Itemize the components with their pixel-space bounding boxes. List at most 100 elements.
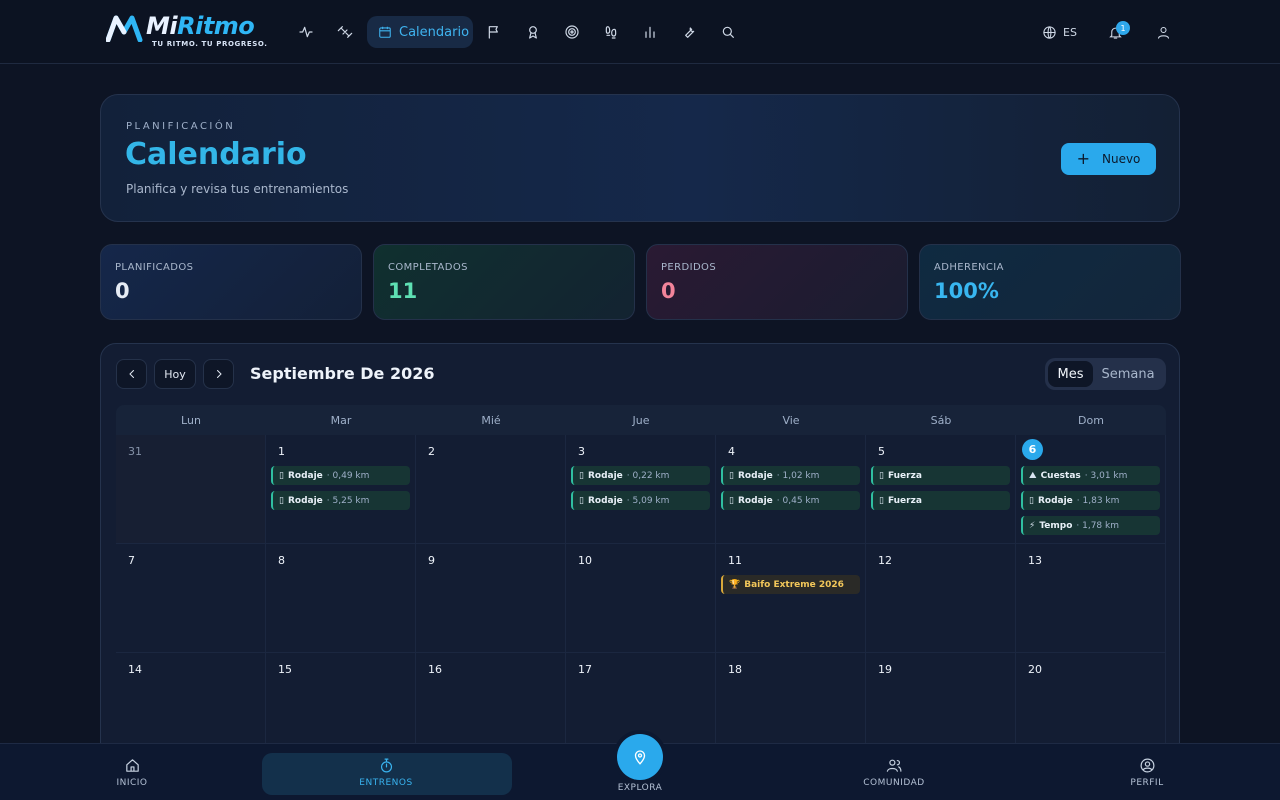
view-month-option[interactable]: Mes bbox=[1048, 361, 1093, 387]
event-type-icon: ▯ bbox=[729, 470, 734, 481]
event-type-icon: ▯ bbox=[279, 495, 284, 506]
nav-award-icon[interactable] bbox=[517, 16, 549, 48]
event-name: Fuerza bbox=[887, 495, 922, 506]
map-pin-icon bbox=[634, 750, 646, 765]
today-button[interactable]: Hoy bbox=[154, 359, 196, 389]
stopwatch-icon bbox=[380, 758, 392, 773]
event-type-icon: ▯ bbox=[1029, 495, 1034, 506]
next-month-button[interactable] bbox=[203, 359, 234, 389]
workout-event[interactable]: ▯ Fuerza bbox=[871, 466, 1010, 485]
user-icon bbox=[1157, 26, 1170, 39]
event-type-icon: ▯ bbox=[579, 470, 584, 481]
stat-value: 0 bbox=[661, 279, 676, 303]
stat-value: 11 bbox=[388, 279, 418, 303]
day-number: 15 bbox=[278, 663, 292, 676]
workout-event[interactable]: ▯ Rodaje · 5,09 km bbox=[571, 491, 710, 510]
weekday-label: Lun bbox=[181, 413, 201, 427]
bottom-nav-label: INICIO bbox=[116, 778, 148, 788]
chevron-left-icon bbox=[128, 370, 134, 378]
bottom-nav-community[interactable]: COMUNIDAD bbox=[854, 744, 934, 800]
stat-value: 0 bbox=[115, 279, 130, 303]
notifications-button[interactable]: 1 bbox=[1108, 16, 1130, 48]
page-subtitle: Planifica y revisa tus entrenamientos bbox=[126, 182, 349, 196]
nav-target-icon[interactable] bbox=[556, 16, 588, 48]
calendar-day-cell[interactable]: 13 bbox=[1016, 544, 1166, 653]
calendar-day-cell[interactable]: 12 bbox=[866, 544, 1016, 653]
calendar-day-cell[interactable]: 1 ▯ Rodaje · 0,49 km ▯ Rodaje · 5,25 km bbox=[266, 435, 416, 544]
day-number: 9 bbox=[428, 554, 435, 567]
page-eyebrow: PLANIFICACIÓN bbox=[126, 121, 236, 132]
nav-search-icon[interactable] bbox=[712, 16, 744, 48]
account-button[interactable] bbox=[1156, 16, 1176, 48]
event-type-icon: ▯ bbox=[879, 470, 884, 481]
page-title: Calendario bbox=[125, 137, 307, 172]
explore-fab-button[interactable] bbox=[617, 734, 663, 780]
day-number: 14 bbox=[128, 663, 142, 676]
event-distance: · 3,01 km bbox=[1084, 470, 1128, 481]
month-title: Septiembre De 2026 bbox=[250, 364, 435, 383]
bottom-nav-profile[interactable]: PERFIL bbox=[1122, 744, 1172, 800]
nav-calendar-label: Calendario bbox=[399, 24, 470, 40]
stat-label: COMPLETADOS bbox=[388, 262, 468, 273]
weekday-label: Mié bbox=[481, 413, 501, 427]
calendar-day-cell[interactable]: 31 bbox=[116, 435, 266, 544]
workout-event[interactable]: ▯ Rodaje · 0,22 km bbox=[571, 466, 710, 485]
day-number: 10 bbox=[578, 554, 592, 567]
day-number: 20 bbox=[1028, 663, 1042, 676]
nav-dumbbell-icon[interactable] bbox=[329, 16, 361, 48]
calendar-day-cell[interactable]: 11 🏆 Baifo Extreme 2026 bbox=[716, 544, 866, 653]
event-distance: · 1,78 km bbox=[1076, 520, 1119, 531]
nav-flag-icon[interactable] bbox=[478, 16, 510, 48]
day-number: 13 bbox=[1028, 554, 1042, 567]
event-name: Rodaje bbox=[587, 470, 623, 481]
brand-logo[interactable]: MiRitmo TU RITMO. TU PROGRESO. bbox=[106, 12, 267, 52]
calendar-day-cell[interactable]: 4 ▯ Rodaje · 1,02 km ▯ Rodaje · 0,45 km bbox=[716, 435, 866, 544]
nav-footprints-icon[interactable] bbox=[595, 16, 627, 48]
nav-activity-icon[interactable] bbox=[290, 16, 322, 48]
bottom-nav-home[interactable]: INICIO bbox=[107, 744, 157, 800]
workout-event[interactable]: ▯ Fuerza bbox=[871, 491, 1010, 510]
calendar-day-cell[interactable]: 3 ▯ Rodaje · 0,22 km ▯ Rodaje · 5,09 km bbox=[566, 435, 716, 544]
weekday-label: Mar bbox=[330, 413, 352, 427]
calendar-day-cell[interactable]: 2 bbox=[416, 435, 566, 544]
calendar-day-cell[interactable]: 9 bbox=[416, 544, 566, 653]
page-header-card: PLANIFICACIÓN Calendario Planifica y rev… bbox=[100, 94, 1180, 222]
calendar-day-cell[interactable]: 10 bbox=[566, 544, 716, 653]
nav-wrench-icon[interactable] bbox=[673, 16, 705, 48]
workout-event[interactable]: ⚡ Tempo · 1,78 km bbox=[1021, 516, 1160, 535]
stat-label: PERDIDOS bbox=[661, 262, 717, 273]
workout-event[interactable]: ▯ Rodaje · 1,83 km bbox=[1021, 491, 1160, 510]
chevron-right-icon bbox=[216, 370, 222, 378]
language-selector[interactable]: ES bbox=[1042, 16, 1077, 48]
workout-event[interactable]: ⛰ Cuestas · 3,01 km bbox=[1021, 466, 1160, 485]
event-distance: · 5,09 km bbox=[626, 495, 670, 506]
new-workout-button[interactable]: + Nuevo bbox=[1061, 143, 1156, 175]
workout-event[interactable]: ▯ Rodaje · 5,25 km bbox=[271, 491, 410, 510]
nav-calendar-tab[interactable]: Calendario bbox=[367, 16, 473, 48]
event-type-icon: ⛰ bbox=[1029, 470, 1037, 481]
workout-event[interactable]: ▯ Rodaje · 1,02 km bbox=[721, 466, 860, 485]
event-name: Tempo bbox=[1039, 520, 1073, 531]
calendar-day-cell[interactable]: 6 ⛰ Cuestas · 3,01 km ▯ Rodaje · 1,83 km ⚡ Tempo… bbox=[1016, 435, 1166, 544]
calendar-day-cell[interactable]: 8 bbox=[266, 544, 416, 653]
weekday-header: Lun Mar Mié Jue Vie Sáb Dom bbox=[116, 405, 1166, 435]
event-type-icon: 🏆 bbox=[729, 579, 741, 590]
workout-event[interactable]: ▯ Rodaje · 0,45 km bbox=[721, 491, 860, 510]
event-distance: · 0,22 km bbox=[626, 470, 670, 481]
bottom-nav-workouts[interactable]: ENTRENOS bbox=[346, 744, 426, 800]
globe-icon bbox=[1043, 25, 1056, 39]
new-workout-label: Nuevo bbox=[1101, 152, 1141, 166]
stat-completed: COMPLETADOS 11 bbox=[373, 244, 635, 320]
users-icon bbox=[886, 759, 901, 772]
event-type-icon: ⚡ bbox=[1029, 520, 1036, 531]
nav-bar-chart-icon[interactable] bbox=[634, 16, 666, 48]
race-event[interactable]: 🏆 Baifo Extreme 2026 bbox=[721, 575, 860, 594]
calendar-day-cell[interactable]: 7 bbox=[116, 544, 266, 653]
prev-month-button[interactable] bbox=[116, 359, 147, 389]
event-name: Rodaje bbox=[737, 495, 773, 506]
workout-event[interactable]: ▯ Rodaje · 0,49 km bbox=[271, 466, 410, 485]
today-day-number: 6 bbox=[1022, 439, 1043, 460]
view-week-option[interactable]: Semana bbox=[1093, 367, 1163, 382]
calendar-day-cell[interactable]: 5 ▯ Fuerza ▯ Fuerza bbox=[866, 435, 1016, 544]
event-name: Cuestas bbox=[1040, 470, 1081, 481]
